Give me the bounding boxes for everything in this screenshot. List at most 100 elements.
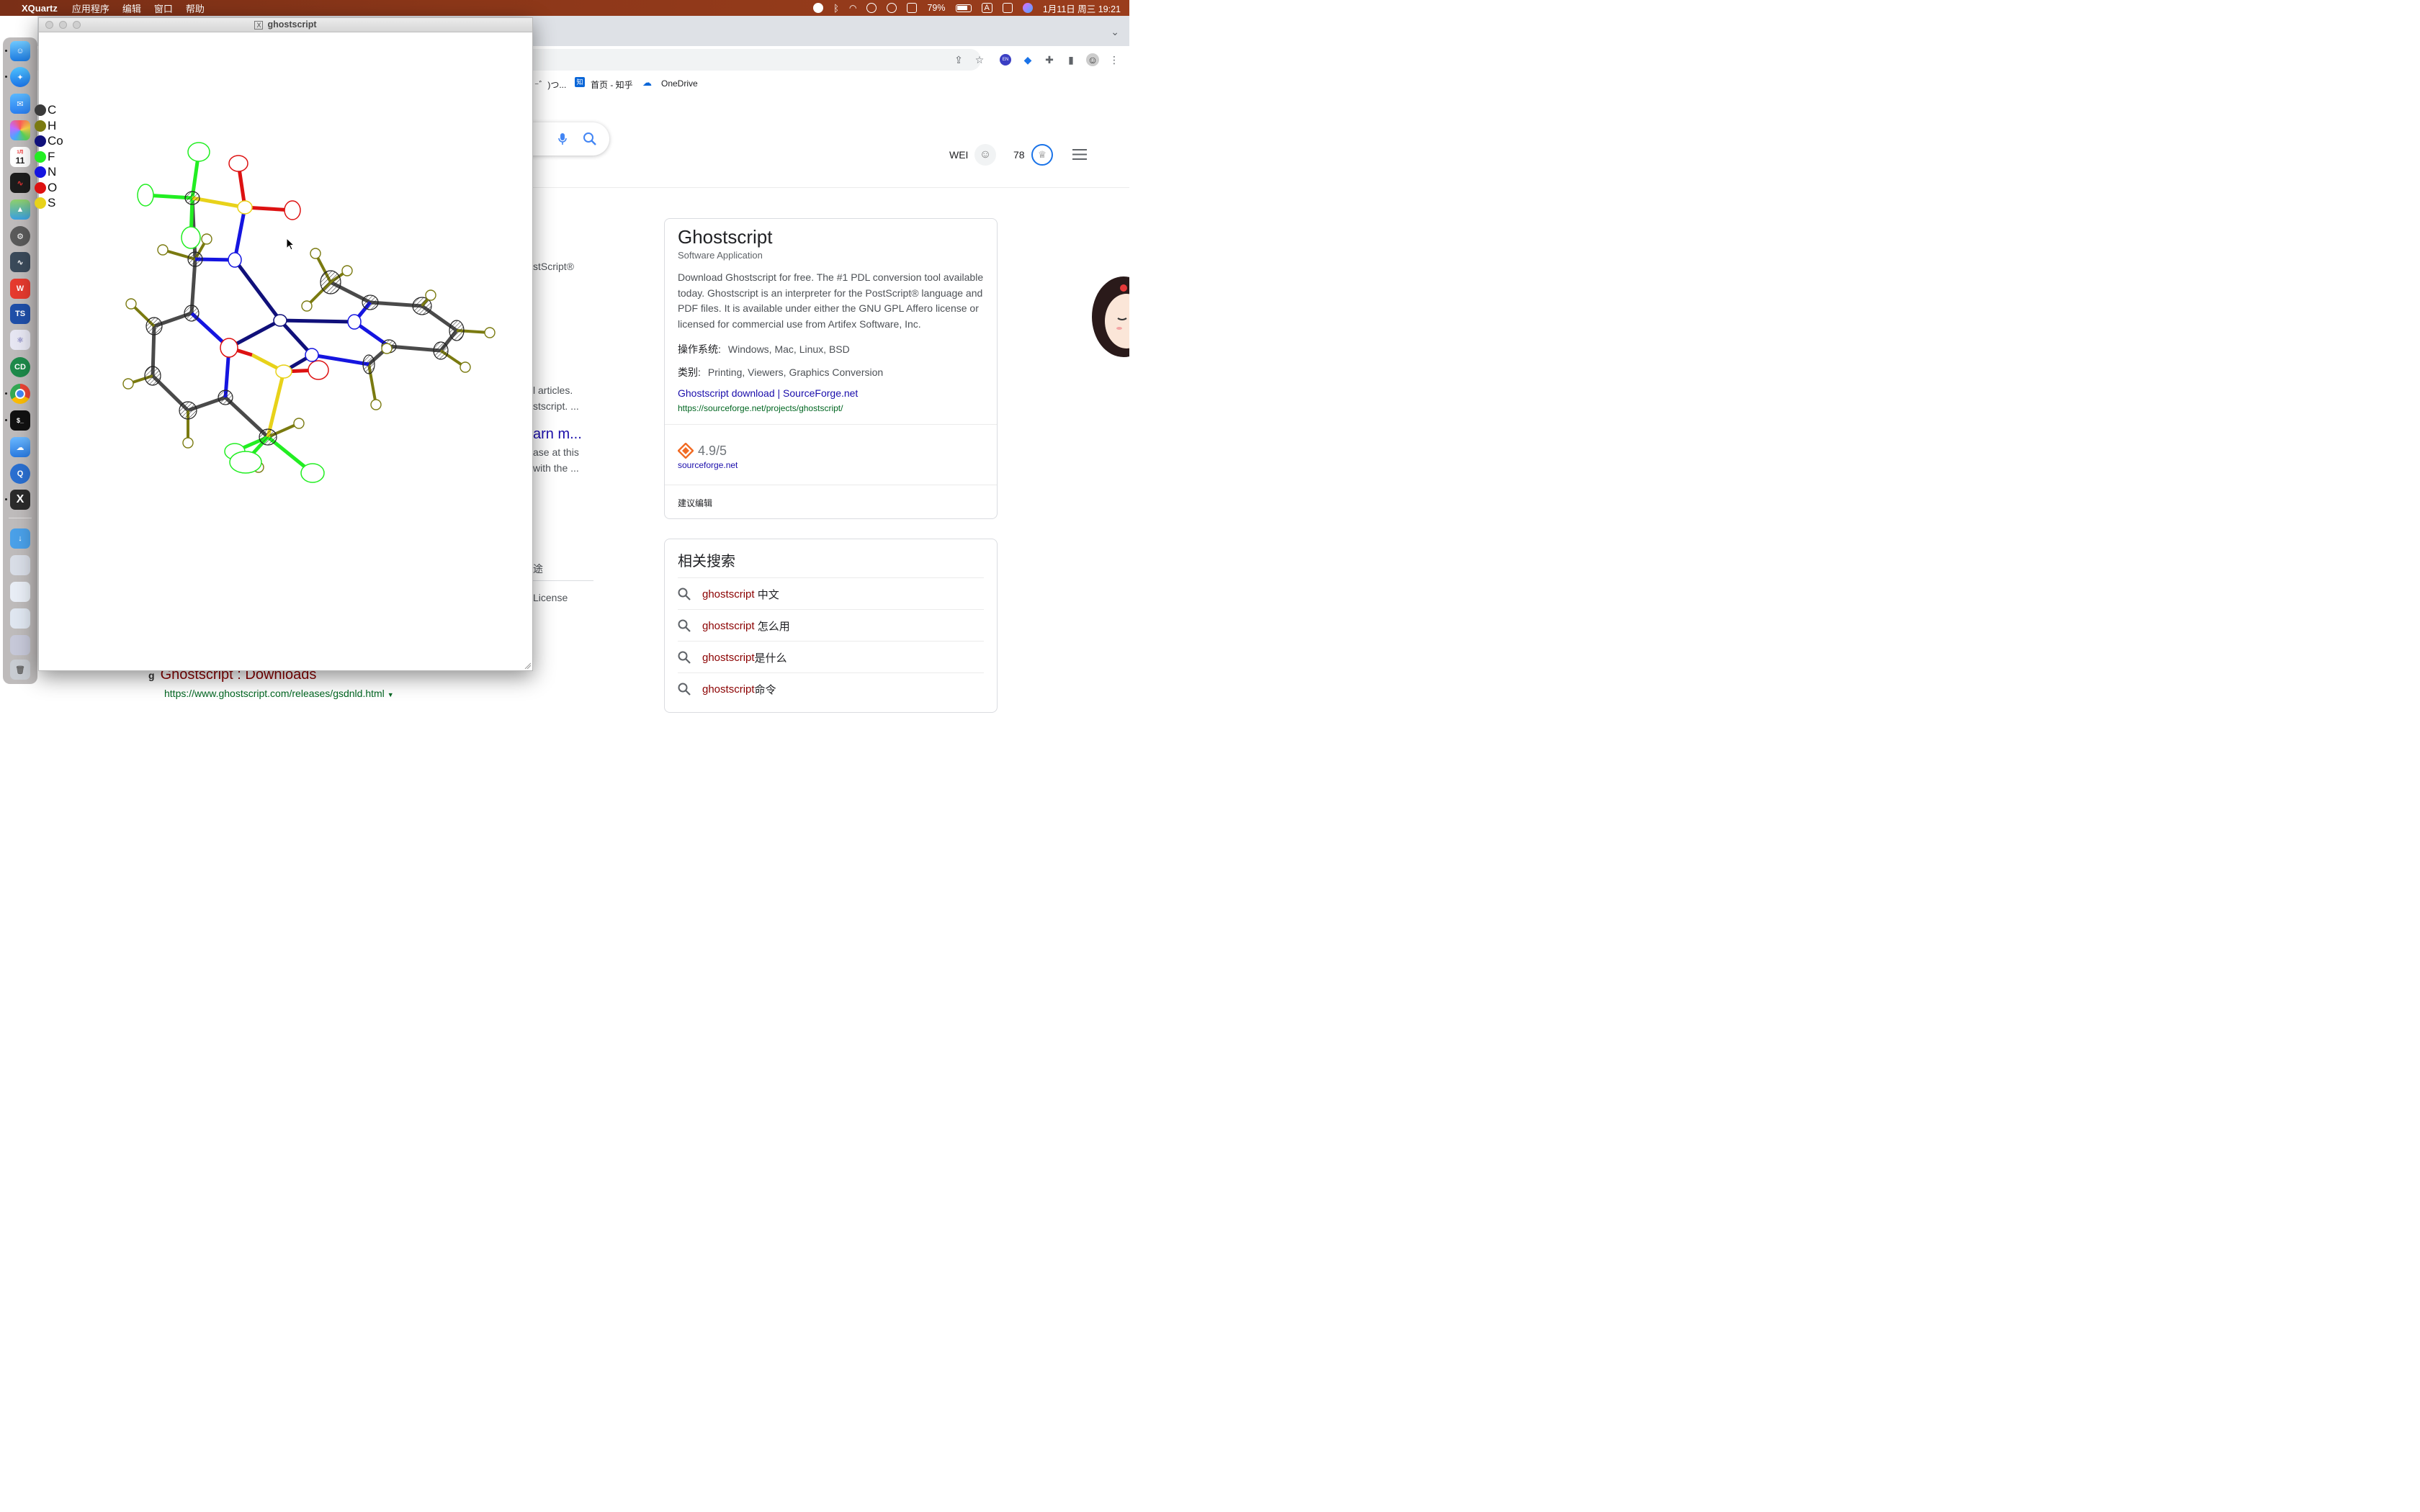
clock[interactable]: 1月11日 周三 19:21 — [1043, 1, 1121, 15]
mascot-character-image — [1092, 276, 1129, 357]
grapher-icon[interactable]: ∿ — [10, 252, 30, 272]
running-indicator — [5, 419, 7, 421]
terminal-icon[interactable]: $_ — [10, 410, 30, 431]
weather-icon[interactable]: ☁ — [10, 437, 30, 457]
control-center-icon[interactable] — [1002, 3, 1013, 13]
system-preferences-icon[interactable]: ⚙ — [10, 226, 30, 246]
screenshot-thumbnail-icon[interactable] — [10, 608, 30, 629]
menu-applications[interactable]: 应用程序 — [72, 1, 109, 15]
mail-icon[interactable]: ✉ — [10, 94, 30, 114]
extension-en-icon[interactable]: EN — [1000, 54, 1011, 66]
result-title-fragment[interactable]: arn m... — [533, 426, 582, 443]
search-icon — [678, 651, 691, 664]
siri-icon[interactable] — [1022, 3, 1033, 13]
wps-icon[interactable]: W — [10, 279, 30, 299]
related-search-suffix: 是什么 — [754, 652, 787, 665]
result-url[interactable]: https://www.ghostscript.com/releases/gsd… — [148, 688, 394, 699]
molecule-structure-image — [122, 142, 496, 483]
search-icon — [678, 588, 691, 600]
chrome-icon[interactable] — [10, 384, 30, 404]
result-snippet-fragment: with the ... — [533, 462, 579, 474]
related-searches-heading: 相关搜索 — [678, 554, 735, 570]
downloads-folder-icon[interactable]: ↓ — [10, 528, 30, 549]
related-search-item[interactable]: ghostscript 怎么用 — [678, 609, 984, 642]
side-panel-icon[interactable]: ▮ — [1065, 53, 1077, 66]
trash-icon[interactable]: 🗑 — [10, 660, 30, 680]
record-icon[interactable] — [813, 3, 824, 13]
running-indicator — [5, 50, 7, 52]
divider — [665, 424, 997, 425]
related-search-item[interactable]: ghostscript 命令 — [678, 672, 984, 705]
maps-icon[interactable]: ▲ — [10, 199, 30, 220]
dock: ☺ ✦ ✉ 1月 11 ∿ ▲ ⚙ ∿ W TS ⚛ CD $_ ☁ Q X ↓ … — [3, 37, 37, 684]
chemdraw-icon[interactable]: CD — [10, 357, 30, 377]
bluetooth-icon[interactable]: ᛒ — [833, 3, 839, 14]
input-method-indicator[interactable]: A — [981, 3, 992, 13]
mouse-cursor-icon — [286, 238, 295, 251]
kp-title: Ghostscript — [678, 226, 773, 248]
safari-icon[interactable]: ✦ — [10, 67, 30, 87]
related-search-item[interactable]: ghostscript 中文 — [678, 577, 984, 610]
accessibility-icon[interactable] — [887, 3, 897, 13]
document-thumbnail-icon[interactable] — [10, 582, 30, 602]
kp-rating-source[interactable]: sourceforge.net — [678, 460, 738, 470]
bookmark-star-icon[interactable]: ☆ — [973, 53, 986, 66]
resize-grip-icon[interactable] — [524, 662, 531, 669]
bookmark-item-onedrive[interactable]: OneDrive — [661, 78, 698, 89]
voice-memos-icon[interactable]: ∿ — [10, 173, 30, 193]
menu-edit[interactable]: 编辑 — [122, 1, 141, 15]
share-icon[interactable]: ⇪ — [952, 53, 965, 66]
sourceforge-logo-icon — [678, 443, 694, 459]
menu-help[interactable]: 帮助 — [186, 1, 205, 15]
kp-category-row: 类别: Printing, Viewers, Graphics Conversio… — [678, 365, 883, 379]
user-icon[interactable] — [866, 3, 877, 13]
menu-window[interactable]: 窗口 — [154, 1, 173, 15]
calendar-icon[interactable]: 1月 11 — [10, 147, 30, 167]
kp-category-label: 类别: — [678, 366, 701, 378]
quicktime-icon[interactable]: Q — [10, 464, 30, 484]
related-search-query: ghostscript — [702, 683, 755, 696]
tab-search-icon[interactable]: ⌄ — [1111, 26, 1119, 38]
profile-avatar-icon[interactable]: ☺ — [1086, 53, 1099, 66]
menu-app-name[interactable]: XQuartz — [22, 3, 58, 14]
photos-icon[interactable] — [10, 120, 30, 140]
xquartz-icon[interactable]: X — [10, 490, 30, 510]
wifi-icon[interactable]: ◠ — [849, 3, 856, 13]
molecule-app-icon[interactable]: ⚛ — [10, 330, 30, 350]
kp-source-url[interactable]: https://sourceforge.net/projects/ghostsc… — [678, 403, 843, 413]
knowledge-panel: Ghostscript Software Application Downloa… — [664, 218, 998, 519]
related-search-item[interactable]: ghostscript 是什么 — [678, 641, 984, 673]
search-icon[interactable] — [583, 132, 597, 146]
voice-search-icon[interactable] — [557, 132, 568, 145]
kp-rating-value: 4.9/5 — [698, 443, 727, 458]
ts-app-icon[interactable]: TS — [10, 304, 30, 324]
related-search-query: ghostscript — [702, 619, 755, 632]
result-snippet-fragment: ase at this — [533, 446, 579, 458]
related-searches-panel: 相关搜索 ghostscript 中文 ghostscript 怎么用 ghos… — [664, 539, 998, 713]
battery-icon[interactable] — [955, 4, 972, 12]
extensions-puzzle-icon[interactable]: ✚ — [1043, 53, 1056, 66]
window-tile-icon[interactable] — [907, 3, 918, 13]
image-thumbnail-icon[interactable] — [10, 635, 30, 655]
ghostscript-favicon-icon: g — [148, 670, 155, 681]
rewards-points[interactable]: 78 — [1013, 149, 1025, 161]
chrome-menu-icon[interactable]: ⋮ — [1108, 53, 1121, 66]
rewards-trophy-icon[interactable]: ♕ — [1031, 144, 1053, 166]
result-snippet-fragment: l articles. — [533, 384, 573, 396]
hamburger-menu-icon[interactable] — [1072, 148, 1088, 161]
kp-source-link[interactable]: Ghostscript download | SourceForge.net — [678, 387, 858, 399]
extension-shield-icon[interactable]: ◆ — [1021, 53, 1034, 66]
document-thumbnail-icon[interactable] — [10, 555, 30, 575]
kp-description: Download Ghostscript for free. The #1 PD… — [678, 271, 984, 330]
bookmark-item[interactable]: ⁻゛)つ... — [534, 78, 566, 91]
bookmark-item-zhihu[interactable]: 首页 - 知乎 — [591, 78, 633, 91]
dropdown-arrow-icon[interactable]: ▼ — [387, 691, 394, 698]
account-avatar-icon[interactable]: ☺ — [974, 144, 996, 166]
related-search-query: ghostscript — [702, 588, 755, 600]
finder-icon[interactable]: ☺ — [10, 41, 30, 61]
kp-os-value: Windows, Mac, Linux, BSD — [727, 343, 850, 355]
search-icon — [678, 683, 691, 696]
account-name[interactable]: WEI — [949, 149, 968, 161]
result-snippet-fragment: stScript® — [533, 261, 574, 272]
suggest-edit-link[interactable]: 建议编辑 — [678, 497, 712, 509]
